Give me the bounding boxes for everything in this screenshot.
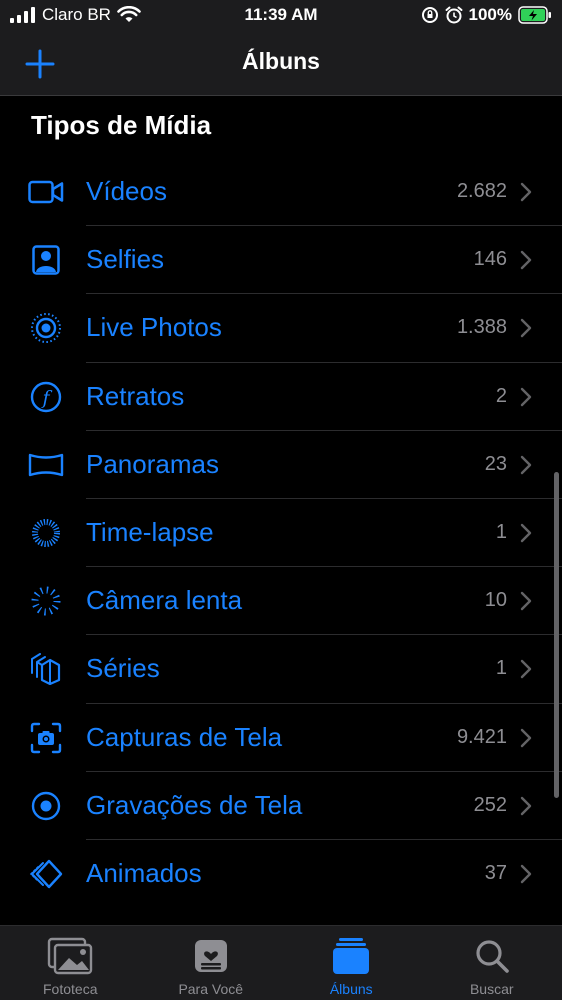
chevron-right-icon (520, 182, 532, 202)
chevron-right-icon (520, 250, 532, 270)
chevron-right-icon (520, 523, 532, 543)
tab-label: Para Você (178, 981, 244, 997)
svg-text:f: f (40, 387, 52, 409)
list-item-portraits[interactable]: f Retratos 2 (0, 363, 562, 431)
screen-recording-icon (28, 788, 64, 824)
tab-label: Fototeca (43, 981, 98, 997)
portrait-icon: f (28, 379, 64, 415)
selfie-icon (28, 242, 64, 278)
list-item-label: Capturas de Tela (86, 721, 283, 752)
battery-percent: 100% (468, 5, 512, 24)
list-item-screen-recordings[interactable]: Gravações de Tela 252 (0, 772, 562, 840)
status-right: 100% (421, 5, 552, 25)
list-item-selfies[interactable]: Selfies 146 (0, 226, 562, 295)
list-item-label: Animados (86, 857, 202, 888)
live-photo-icon (28, 310, 64, 346)
battery-charging-icon (518, 6, 551, 24)
list-item-panoramas[interactable]: Panoramas 23 (0, 431, 562, 499)
list-item-time-lapse[interactable]: Time-lapse 1 (0, 499, 562, 568)
list-item-count: 1.388 (456, 316, 507, 339)
search-icon (469, 936, 515, 976)
list-item-label: Time-lapse (86, 516, 214, 547)
list-item-label: Selfies (86, 244, 165, 275)
burst-icon (28, 651, 64, 687)
chevron-right-icon (520, 796, 532, 815)
media-types-list: Vídeos 2.682 Selfies 146 Live Photos 1.3… (0, 158, 562, 908)
page-title: Álbuns (242, 48, 320, 74)
list-item-live-photos[interactable]: Live Photos 1.388 (0, 294, 562, 363)
chevron-right-icon (520, 455, 532, 474)
list-item-label: Retratos (86, 380, 185, 411)
list-item-count: 1 (495, 520, 507, 543)
video-icon (28, 174, 64, 210)
status-bar: Claro BR 11:39 AM 100% (0, 0, 562, 32)
list-item-videos[interactable]: Vídeos 2.682 (0, 158, 562, 227)
scroll-indicator[interactable] (554, 472, 559, 798)
list-item-label: Panoramas (86, 448, 219, 479)
chevron-right-icon (520, 591, 532, 611)
chevron-right-icon (520, 728, 532, 747)
animated-icon (28, 856, 64, 892)
panorama-icon (28, 447, 64, 483)
list-item-label: Câmera lenta (86, 585, 243, 616)
tab-bar: Fototeca Para Você Álbuns Buscar (0, 925, 562, 1000)
tab-label: Buscar (469, 981, 514, 997)
list-item-count: 9.421 (456, 725, 507, 748)
tab-albums[interactable]: Álbuns (281, 926, 422, 1000)
section-title: Tipos de Mídia (31, 110, 212, 140)
list-item-slow-motion[interactable]: Câmera lenta 10 (0, 567, 562, 636)
chevron-right-icon (520, 864, 532, 884)
tab-for-you[interactable]: Para Você (141, 926, 282, 1000)
list-item-count: 146 (473, 248, 507, 271)
for-you-icon (188, 936, 234, 976)
albums-icon (328, 936, 374, 976)
list-item-burst[interactable]: Séries 1 (0, 635, 562, 704)
list-item-count: 1 (495, 657, 507, 680)
chevron-right-icon (520, 660, 532, 679)
list-item-screenshots[interactable]: Capturas de Tela 9.421 (0, 704, 562, 772)
orientation-lock-icon (421, 7, 438, 23)
navigation-bar: Álbuns (0, 32, 562, 96)
time-lapse-icon (28, 515, 64, 551)
slow-motion-icon (28, 583, 64, 619)
list-item-animated[interactable]: Animados 37 (0, 840, 562, 908)
chevron-right-icon (520, 319, 532, 338)
screenshot-icon (28, 720, 64, 756)
list-item-count: 252 (473, 793, 507, 816)
photos-library-icon (47, 936, 93, 976)
list-item-count: 2.682 (456, 180, 507, 202)
alarm-icon (445, 6, 463, 24)
list-item-label: Gravações de Tela (86, 789, 303, 820)
list-item-count: 37 (484, 861, 507, 884)
list-item-label: Live Photos (86, 312, 222, 343)
list-item-label: Séries (86, 653, 160, 684)
list-item-count: 2 (495, 384, 507, 407)
tab-label: Álbuns (329, 981, 373, 997)
list-item-count: 10 (484, 589, 507, 612)
tab-search[interactable]: Buscar (422, 926, 562, 1000)
list-item-count: 23 (484, 452, 507, 475)
list-item-label: Vídeos (86, 176, 167, 206)
chevron-right-icon (520, 387, 532, 406)
tab-library[interactable]: Fototeca (0, 926, 141, 1000)
